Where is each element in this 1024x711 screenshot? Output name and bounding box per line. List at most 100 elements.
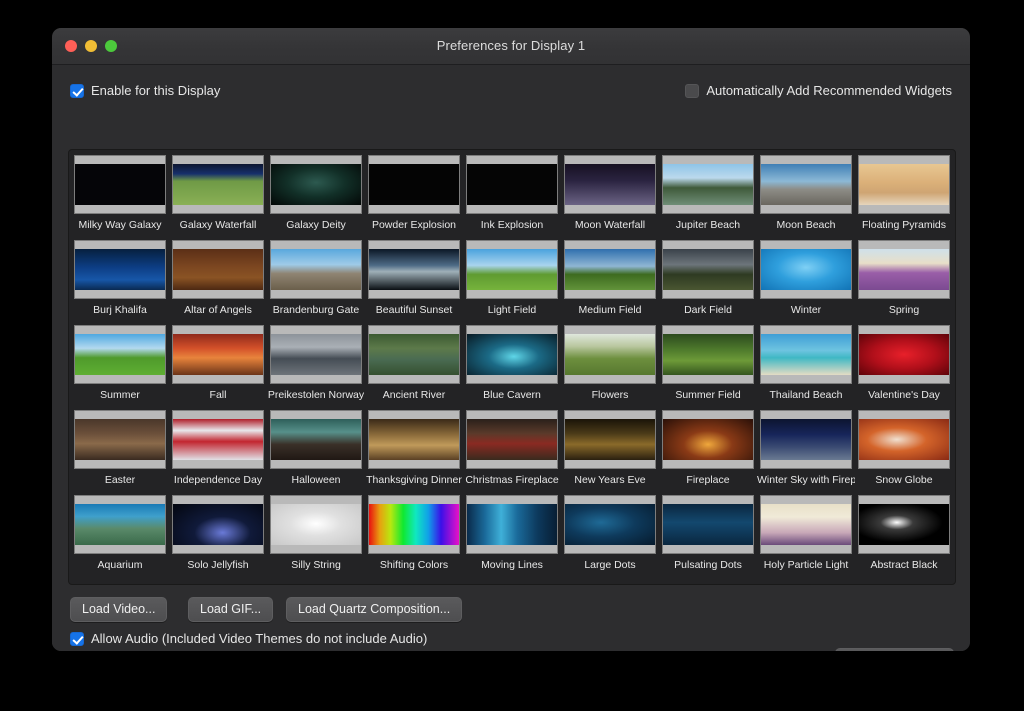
widget-cell[interactable]: New Years Eve: [561, 410, 659, 495]
widget-thumbnail[interactable]: [172, 495, 264, 554]
widget-cell[interactable]: Summer Field: [659, 325, 757, 410]
widget-cell[interactable]: Spring: [855, 240, 953, 325]
load-video-button[interactable]: Load Video...: [70, 597, 168, 622]
widget-cell[interactable]: Thailand Beach: [757, 325, 855, 410]
auto-add-widgets-checkbox-row[interactable]: Automatically Add Recommended Widgets: [685, 83, 952, 98]
load-quartz-composition-button[interactable]: Load Quartz Composition...: [286, 597, 463, 622]
widget-cell[interactable]: Jupiter Beach: [659, 155, 757, 240]
widget-thumbnail[interactable]: [564, 410, 656, 469]
widget-cell[interactable]: Easter: [71, 410, 169, 495]
widget-cell[interactable]: Flowers: [561, 325, 659, 410]
widget-thumbnail[interactable]: [564, 240, 656, 299]
widget-cell[interactable]: Milky Way Galaxy: [71, 155, 169, 240]
enable-display-checkbox[interactable]: [70, 83, 84, 98]
widget-thumbnail[interactable]: [270, 155, 362, 214]
widget-cell[interactable]: Beautiful Sunset: [365, 240, 463, 325]
widget-thumbnail[interactable]: [662, 155, 754, 214]
widget-cell[interactable]: Pulsating Dots: [659, 495, 757, 580]
widget-cell[interactable]: Aquarium: [71, 495, 169, 580]
widget-cell[interactable]: Winter: [757, 240, 855, 325]
enable-display-checkbox-row[interactable]: Enable for this Display: [70, 83, 220, 98]
widget-thumbnail[interactable]: [270, 495, 362, 554]
widget-thumbnail[interactable]: [858, 495, 950, 554]
widget-cell[interactable]: Holy Particle Light: [757, 495, 855, 580]
widget-thumbnail[interactable]: [368, 325, 460, 384]
widget-thumbnail[interactable]: [74, 240, 166, 299]
widget-cell[interactable]: Altar of Angels: [169, 240, 267, 325]
widget-cell[interactable]: Burj Khalifa: [71, 240, 169, 325]
widget-cell[interactable]: Fall: [169, 325, 267, 410]
widget-cell[interactable]: Valentine's Day: [855, 325, 953, 410]
widget-thumbnail[interactable]: [858, 240, 950, 299]
widget-thumbnail[interactable]: [368, 240, 460, 299]
widget-cell[interactable]: Snow Globe: [855, 410, 953, 495]
widget-thumbnail[interactable]: [74, 495, 166, 554]
load-gif-button[interactable]: Load GIF...: [188, 597, 274, 622]
widget-cell[interactable]: Halloween: [267, 410, 365, 495]
widget-cell[interactable]: Moon Waterfall: [561, 155, 659, 240]
widget-cell[interactable]: Moon Beach: [757, 155, 855, 240]
widget-cell[interactable]: Large Dots: [561, 495, 659, 580]
widget-list-panel[interactable]: Milky Way Galaxy Galaxy Waterfall Galaxy D…: [68, 149, 956, 585]
widget-thumbnail[interactable]: [564, 495, 656, 554]
widget-cell[interactable]: Fireplace: [659, 410, 757, 495]
widget-thumbnail[interactable]: [760, 325, 852, 384]
widget-thumbnail[interactable]: [662, 410, 754, 469]
widget-cell[interactable]: Independence Day: [169, 410, 267, 495]
widget-thumbnail[interactable]: [858, 410, 950, 469]
widget-thumbnail[interactable]: [172, 240, 264, 299]
widget-thumbnail[interactable]: [368, 410, 460, 469]
widget-thumbnail[interactable]: [466, 155, 558, 214]
widget-thumbnail[interactable]: [760, 495, 852, 554]
widget-cell[interactable]: Galaxy Deity: [267, 155, 365, 240]
widget-thumbnail[interactable]: [270, 410, 362, 469]
widget-thumbnail[interactable]: [466, 495, 558, 554]
widget-thumbnail[interactable]: [74, 325, 166, 384]
allow-audio-checkbox-row[interactable]: Allow Audio (Included Video Themes do no…: [70, 631, 427, 646]
widget-cell[interactable]: Brandenburg Gate: [267, 240, 365, 325]
widget-thumbnail[interactable]: [760, 155, 852, 214]
widget-cell[interactable]: Ancient River: [365, 325, 463, 410]
widget-thumbnail[interactable]: [662, 325, 754, 384]
widget-cell[interactable]: Shifting Colors: [365, 495, 463, 580]
widget-thumbnail[interactable]: [760, 410, 852, 469]
widget-thumbnail[interactable]: [662, 495, 754, 554]
widget-cell[interactable]: Medium Field: [561, 240, 659, 325]
clear-all-widgets-button[interactable]: Clear All Widgets: [834, 648, 954, 651]
widget-thumbnail[interactable]: [858, 155, 950, 214]
widget-cell[interactable]: Summer: [71, 325, 169, 410]
widget-cell[interactable]: Silly String: [267, 495, 365, 580]
widget-thumbnail[interactable]: [564, 325, 656, 384]
widget-cell[interactable]: Ink Explosion: [463, 155, 561, 240]
widget-cell[interactable]: Powder Explosion: [365, 155, 463, 240]
widget-cell[interactable]: Blue Cavern: [463, 325, 561, 410]
widget-cell[interactable]: Dark Field: [659, 240, 757, 325]
widget-thumbnail[interactable]: [466, 240, 558, 299]
widget-cell[interactable]: Moving Lines: [463, 495, 561, 580]
widget-thumbnail[interactable]: [368, 495, 460, 554]
widget-cell[interactable]: Preikestolen Norway: [267, 325, 365, 410]
widget-cell[interactable]: Winter Sky with Firep: [757, 410, 855, 495]
widget-thumbnail[interactable]: [172, 155, 264, 214]
widget-cell[interactable]: Christmas Fireplace: [463, 410, 561, 495]
widget-thumbnail[interactable]: [270, 325, 362, 384]
widget-cell[interactable]: Floating Pyramids: [855, 155, 953, 240]
widget-cell[interactable]: Solo Jellyfish: [169, 495, 267, 580]
widget-thumbnail[interactable]: [172, 410, 264, 469]
widget-cell[interactable]: Light Field: [463, 240, 561, 325]
widget-cell[interactable]: Abstract Black: [855, 495, 953, 580]
auto-add-widgets-checkbox[interactable]: [685, 83, 700, 98]
widget-thumbnail[interactable]: [270, 240, 362, 299]
widget-thumbnail[interactable]: [466, 410, 558, 469]
widget-thumbnail[interactable]: [466, 325, 558, 384]
widget-thumbnail[interactable]: [172, 325, 264, 384]
widget-thumbnail[interactable]: [564, 155, 656, 214]
widget-cell[interactable]: Galaxy Waterfall: [169, 155, 267, 240]
allow-audio-checkbox[interactable]: [70, 631, 84, 646]
widget-thumbnail[interactable]: [858, 325, 950, 384]
widget-thumbnail[interactable]: [74, 410, 166, 469]
widget-thumbnail[interactable]: [74, 155, 166, 214]
widget-thumbnail[interactable]: [760, 240, 852, 299]
widget-thumbnail[interactable]: [368, 155, 460, 214]
widget-thumbnail[interactable]: [662, 240, 754, 299]
